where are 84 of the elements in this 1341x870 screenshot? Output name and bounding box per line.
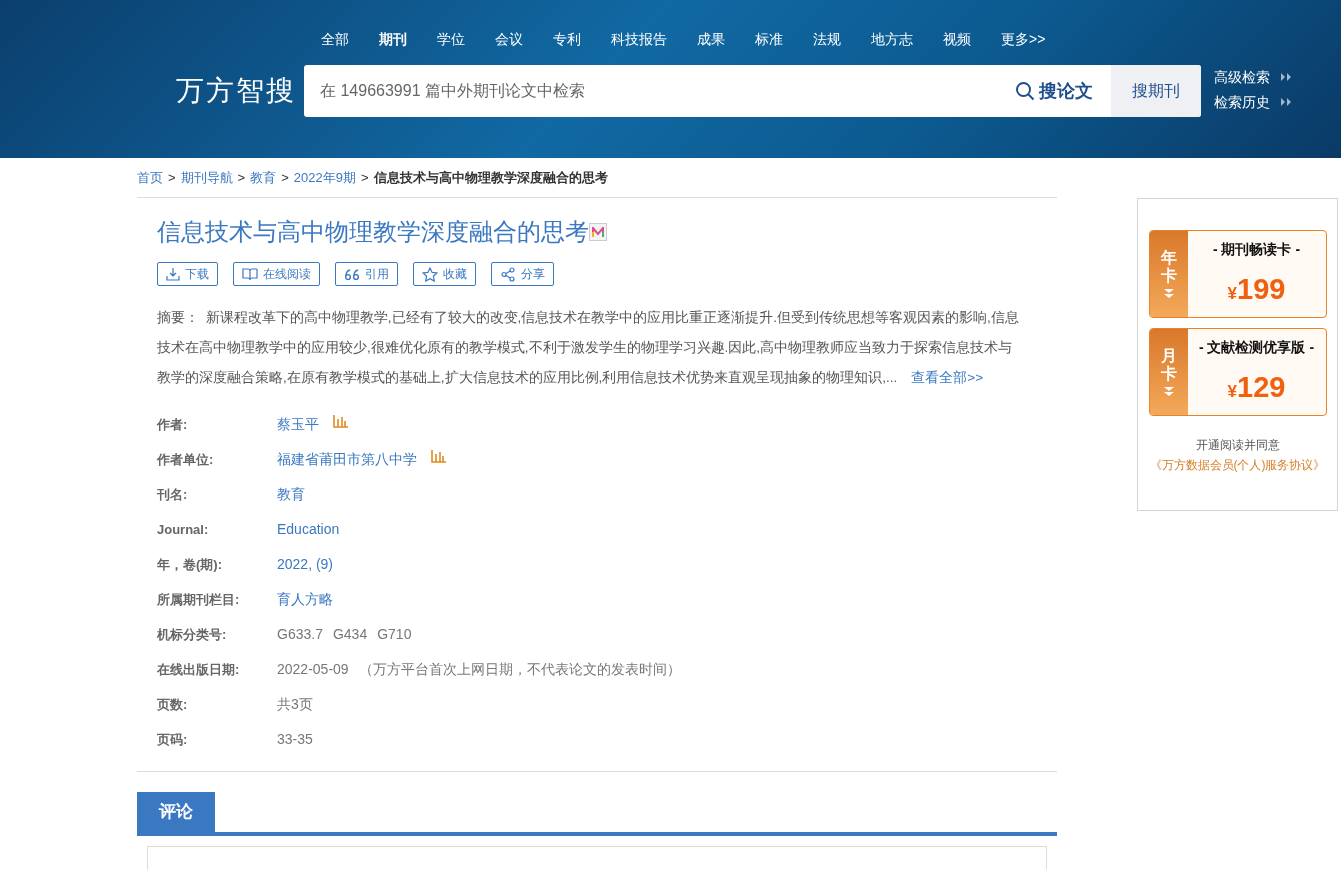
breadcrumb-separator: > <box>236 168 247 187</box>
field-value: （万方平台首次上网日期，不代表论文的发表时间） <box>358 660 681 679</box>
field-link[interactable]: 育人方略 <box>277 589 333 610</box>
nav-tab[interactable]: 全部 <box>306 28 364 50</box>
field-link[interactable]: Education <box>277 519 340 540</box>
breadcrumb-link[interactable]: 首页 <box>137 167 163 188</box>
action-button[interactable]: 下载 <box>157 262 218 286</box>
agreement-link[interactable]: 《万方数据会员(个人)服务协议》 <box>1149 456 1326 474</box>
currency-symbol: ¥ <box>1227 382 1238 403</box>
nav-tab[interactable]: 视频 <box>928 28 986 50</box>
field-label: Journal: <box>157 520 210 539</box>
field-label: 作者: <box>157 415 189 434</box>
card-price: 199 <box>1237 272 1286 307</box>
double-down-arrow-icon <box>1162 288 1175 300</box>
double-arrow-icon <box>1280 97 1292 107</box>
card-name: - 期刊畅读卡 - <box>1212 240 1301 259</box>
card-name: - 文献检测优享版 - <box>1198 338 1315 357</box>
double-arrow-icon <box>1280 72 1292 82</box>
breadcrumb-separator: > <box>280 168 290 187</box>
field-link[interactable]: 2022, (9) <box>277 554 334 575</box>
article-title: 信息技术与高中物理教学深度融合的思考 <box>157 217 589 247</box>
action-button[interactable]: 引用 <box>335 262 398 286</box>
breadcrumb-separator: > <box>359 168 370 187</box>
card-price: 129 <box>1237 370 1286 405</box>
breadcrumb-link[interactable]: 教育 <box>250 167 277 188</box>
site-logo: 万方智搜 <box>176 74 296 108</box>
nav-tab[interactable]: 更多>> <box>986 28 1061 50</box>
quote-icon <box>344 267 360 281</box>
nav-tab[interactable]: 成果 <box>682 28 740 50</box>
search-icon <box>1015 81 1035 101</box>
action-button[interactable]: 在线阅读 <box>233 262 320 286</box>
field-value: 2022-05-09 <box>277 660 349 679</box>
field-value: 33-35 <box>277 730 313 749</box>
nav-tab[interactable]: 标准 <box>740 28 798 50</box>
header-link[interactable]: 高级检索 <box>1214 66 1270 88</box>
field-link[interactable]: 教育 <box>277 484 305 505</box>
breadcrumb-link[interactable]: 2022年9期 <box>293 167 356 188</box>
breadcrumb-link[interactable]: 信息技术与高中物理教学深度融合的思考 <box>373 167 608 188</box>
field-label: 机标分类号: <box>157 625 228 644</box>
currency-symbol: ¥ <box>1227 284 1238 305</box>
nav-tab[interactable]: 科技报告 <box>596 28 682 50</box>
share-icon <box>500 266 516 282</box>
nav-tab[interactable]: 期刊 <box>364 28 422 50</box>
field-link[interactable]: 蔡玉平 <box>277 414 319 435</box>
action-button[interactable]: 收藏 <box>413 262 476 286</box>
bar-chart-icon[interactable] <box>431 450 446 463</box>
abstract-paragraph: 摘要： 新课程改革下的高中物理教学,已经有了较大的改变,信息技术在教学中的应用比重正逐渐提升.但受到传统思想等客观因素的影响,信息技术在高中物理教学中的应用较少,很难优化原有的教学模式,不利于激发学生的物理学习兴趣.因此,高中物理教师应当致力于探索信息技术与教学的深度融合策略,在原有教学模式的基础上,扩大信息技术的应用比例,利用信息技术优势来直观呈现抽象的物理知识,... 查看全部>> <box>157 309 1019 387</box>
membership-card[interactable]: 年卡 - 期刊畅读卡 - ¥199 <box>1148 230 1327 318</box>
nav-tab[interactable]: 地方志 <box>856 28 928 50</box>
membership-card[interactable]: 月卡 - 文献检测优享版 - ¥129 <box>1148 328 1327 416</box>
field-label: 刊名: <box>157 485 189 504</box>
comment-tab[interactable]: 评论 <box>137 792 215 832</box>
field-label: 所属期刊栏目: <box>157 590 241 609</box>
field-label: 作者单位: <box>157 450 215 469</box>
nav-tab[interactable]: 法规 <box>798 28 856 50</box>
field-link[interactable]: 福建省莆田市第八中学 <box>277 449 417 470</box>
breadcrumb-link[interactable]: 期刊导航 <box>180 167 233 188</box>
double-down-arrow-icon <box>1162 386 1175 398</box>
multicolor-m-icon <box>589 223 607 241</box>
card-tag: 年卡 <box>1160 248 1177 285</box>
field-label: 页码: <box>157 730 189 749</box>
breadcrumb-separator: > <box>167 168 177 187</box>
field-value: G633.7 <box>277 625 323 644</box>
field-label: 年，卷(期): <box>157 555 223 574</box>
nav-tab[interactable]: 专利 <box>538 28 596 50</box>
bar-chart-icon[interactable] <box>333 415 348 428</box>
field-value: G710 <box>377 625 412 644</box>
card-tag: 月卡 <box>1160 346 1177 383</box>
agreement-text: 开通阅读并同意 <box>1195 437 1280 454</box>
book-icon <box>242 267 258 281</box>
field-label: 页数: <box>157 695 189 714</box>
download-icon <box>166 267 180 281</box>
view-all-link[interactable]: 查看全部>> <box>911 370 984 385</box>
nav-tab[interactable]: 学位 <box>422 28 480 50</box>
action-button[interactable]: 分享 <box>491 262 554 286</box>
header-link[interactable]: 检索历史 <box>1214 91 1270 113</box>
star-icon <box>422 266 438 282</box>
field-label: 在线出版日期: <box>157 660 241 679</box>
field-value: G434 <box>332 625 368 644</box>
nav-tab[interactable]: 会议 <box>480 28 538 50</box>
journal-search-button[interactable]: 搜期刊 <box>1111 65 1201 117</box>
search-field[interactable]: 在 149663991 篇中外期刊论文中检索 搜论文 搜期刊 <box>304 65 1201 117</box>
field-value: 共3页 <box>277 695 313 714</box>
search-button[interactable]: 搜论文 <box>997 65 1111 117</box>
